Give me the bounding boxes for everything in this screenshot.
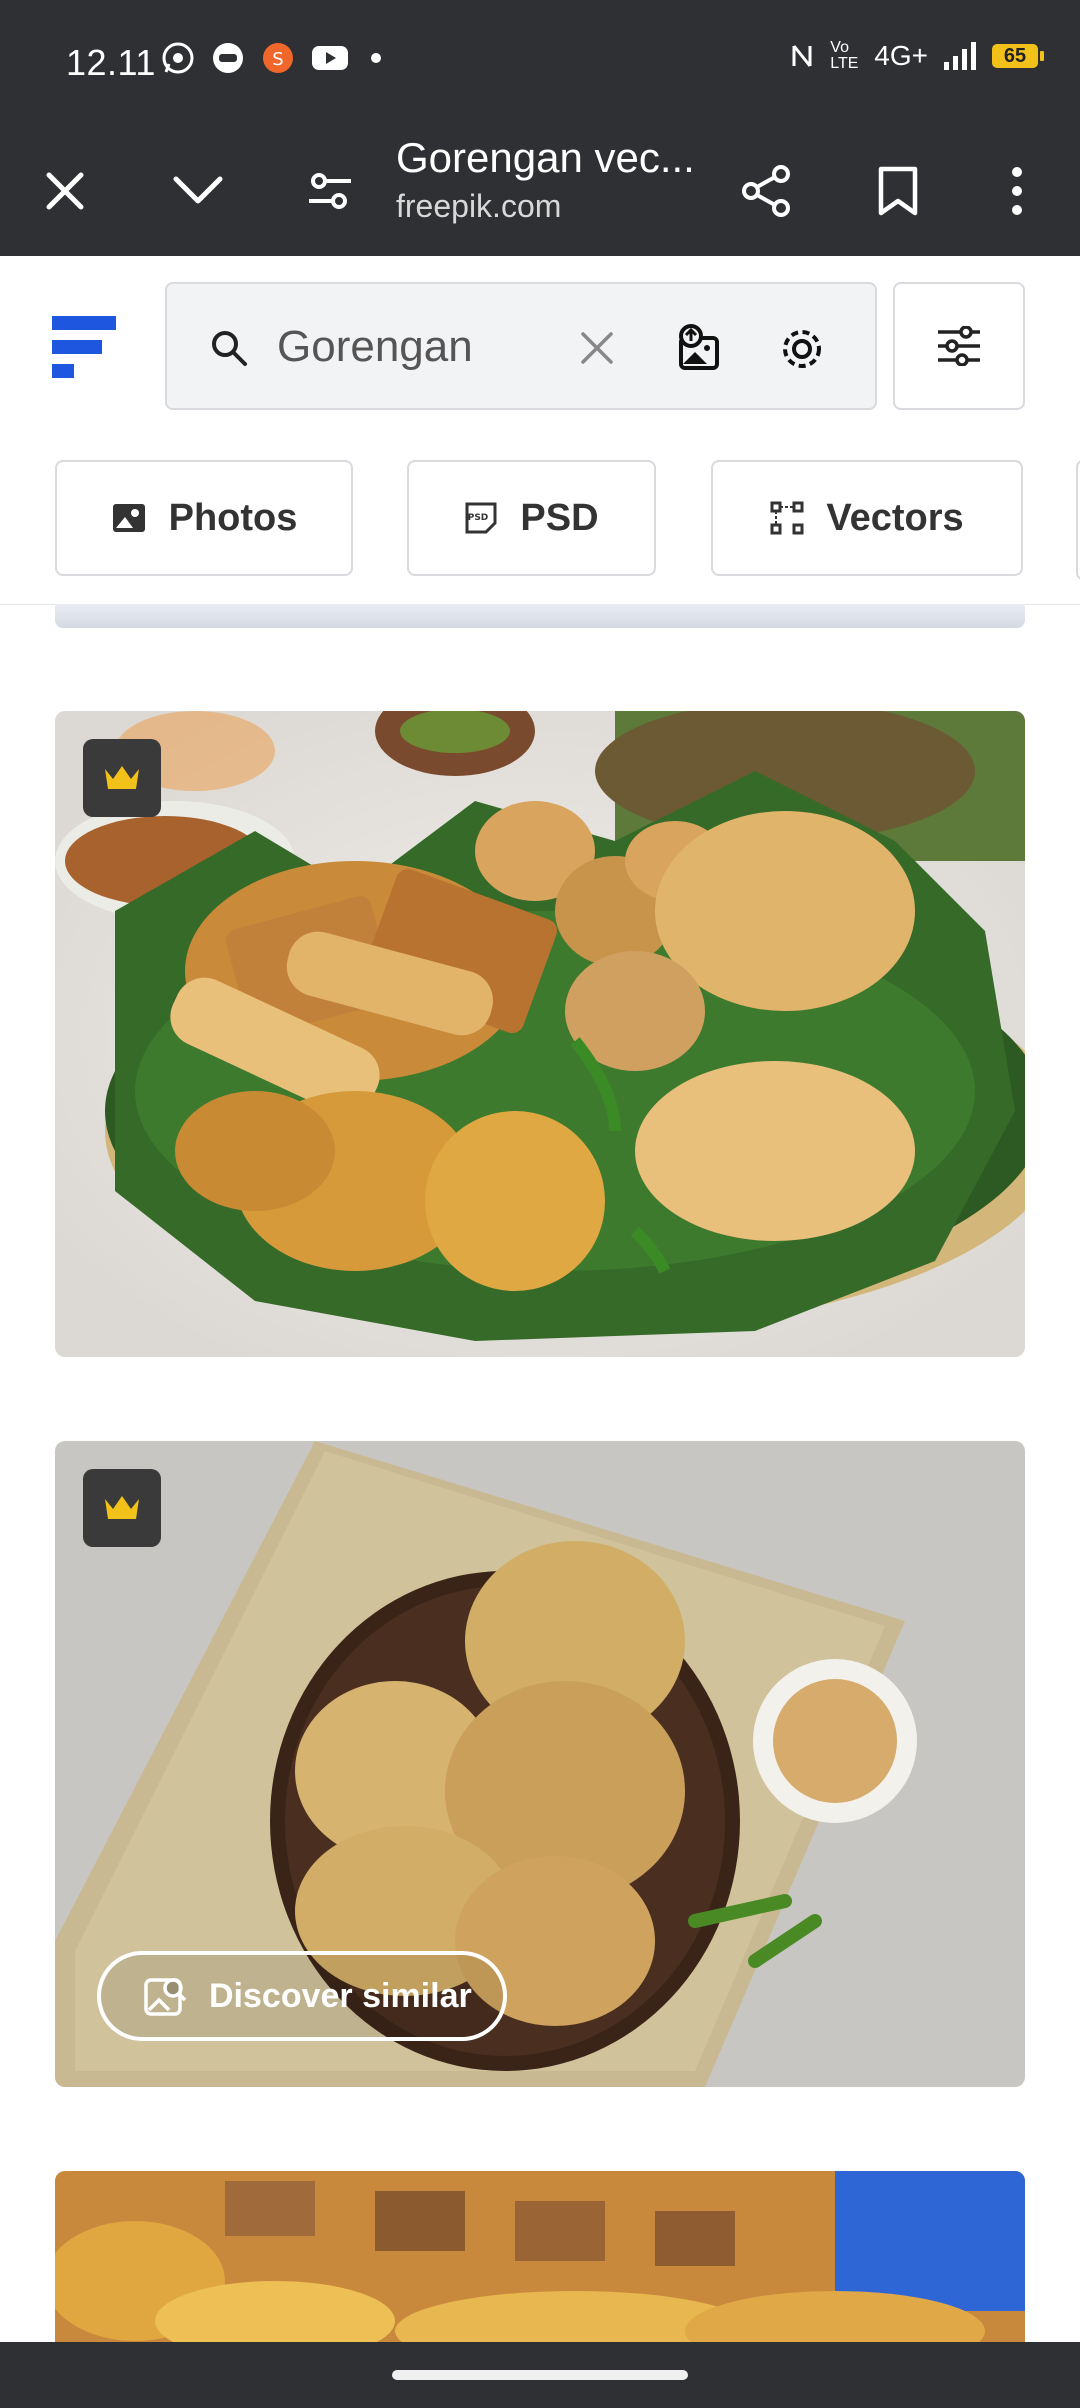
- messenger-icon: [213, 43, 243, 73]
- filter-chip-label: Photos: [168, 496, 298, 539]
- settings-icon[interactable]: [779, 326, 825, 372]
- filter-chip-vectors[interactable]: Vectors: [711, 460, 1023, 576]
- result-photo: [55, 2171, 1025, 2342]
- tune-icon[interactable]: [295, 156, 365, 226]
- discover-similar-button[interactable]: Discover similar: [97, 1951, 507, 2041]
- svg-text:S: S: [272, 49, 283, 70]
- sliders-icon: [938, 326, 980, 366]
- crown-icon: [105, 766, 139, 789]
- svg-text:PSD: PSD: [468, 513, 489, 523]
- network-label: 4G+: [874, 40, 928, 71]
- system-nav-bar: [0, 2342, 1080, 2408]
- filter-chip-psd[interactable]: PSD PSD: [407, 460, 656, 576]
- freepik-logo[interactable]: [52, 316, 116, 383]
- result-card[interactable]: [55, 711, 1025, 1357]
- search-icon: [212, 331, 247, 366]
- shopee-icon: S: [263, 43, 293, 73]
- crown-icon: [105, 1496, 139, 1519]
- result-card[interactable]: [55, 2171, 1025, 2342]
- dot-icon: [371, 53, 381, 63]
- result-image-partial[interactable]: [55, 604, 1025, 628]
- whatsapp-icon: [162, 42, 194, 74]
- browser-toolbar: Gorengan vec... freepik.com: [0, 126, 1080, 256]
- premium-badge: [83, 739, 161, 817]
- clear-icon[interactable]: [579, 330, 615, 366]
- premium-badge: [83, 1469, 161, 1547]
- filter-chip-label: Vectors: [826, 496, 964, 539]
- psd-icon: PSD: [465, 502, 497, 534]
- page-domain: freepik.com: [396, 188, 562, 224]
- bookmark-icon[interactable]: [863, 156, 933, 226]
- more-vert-icon[interactable]: [982, 156, 1052, 226]
- image-search-icon: [144, 1978, 187, 2016]
- discover-similar-label: Discover similar: [209, 1976, 472, 2015]
- filter-chip-label: PSD: [520, 496, 599, 539]
- notification-icons: S: [160, 40, 388, 76]
- system-indicators: Vo LTE 4G+ 65: [788, 39, 1044, 72]
- site-header: Gorengan Photos PSD PSD Vectors: [0, 256, 1080, 605]
- home-gesture-handle[interactable]: [392, 2370, 688, 2380]
- nfc-icon: [792, 45, 812, 67]
- volte-label: Vo LTE: [830, 39, 859, 72]
- filters-button[interactable]: [893, 282, 1025, 410]
- vector-icon: [770, 501, 804, 535]
- image-search-icon[interactable]: [677, 324, 725, 372]
- page-title: Gorengan vec...: [396, 134, 695, 181]
- status-bar: 12.11 S Vo LTE 4G+ 65: [0, 0, 1080, 126]
- battery-indicator: 65: [992, 44, 1044, 68]
- share-icon[interactable]: [731, 156, 801, 226]
- result-photo: [55, 711, 1025, 1357]
- clock: 12.11: [66, 42, 156, 83]
- close-icon[interactable]: [30, 156, 100, 226]
- search-input[interactable]: Gorengan: [165, 282, 877, 410]
- youtube-icon: [312, 46, 348, 70]
- signal-icon: [944, 42, 976, 70]
- search-query: Gorengan: [277, 322, 473, 371]
- filter-chip-overflow[interactable]: [1076, 460, 1080, 580]
- chevron-down-icon[interactable]: [163, 156, 233, 226]
- result-card[interactable]: Discover similar: [55, 1441, 1025, 2087]
- filter-chip-photos[interactable]: Photos: [55, 460, 353, 576]
- image-icon: [112, 504, 145, 532]
